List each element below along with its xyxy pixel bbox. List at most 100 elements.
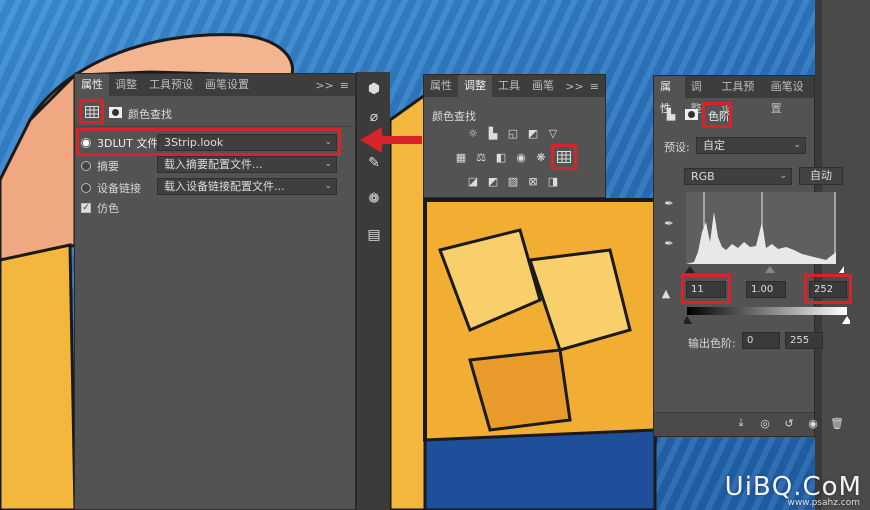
properties-panel-levels: 属性 调整 工具预设 画笔设置 ▙ 色阶 预设: 自定 ⌄ RGB ⌄ 自动 ✒… (653, 75, 852, 437)
tab-brush-settings[interactable]: 画笔设置 (199, 74, 255, 96)
preset-dropdown[interactable]: 自定 ⌄ (696, 137, 806, 154)
black-point-handle (685, 266, 695, 273)
mask-icon[interactable] (108, 105, 122, 119)
highlight-color-lookup-icon (551, 144, 577, 170)
output-white-handle (842, 316, 850, 324)
radio-abstract[interactable] (81, 161, 91, 171)
tab-properties[interactable]: 属性 (654, 76, 685, 115)
chevron-down-icon: ⌄ (324, 181, 332, 191)
tab-adjustments[interactable]: 调整 (685, 76, 716, 115)
label-device-link: 设备链接 (97, 182, 141, 195)
dropdown-device-link-value: 载入设备链接配置文件... (164, 180, 285, 193)
gray-eyedropper-icon[interactable]: ✒ (662, 216, 676, 230)
histogram-icon[interactable]: ▙ (664, 107, 678, 121)
curves-icon[interactable]: ◱ (506, 126, 520, 140)
dropdown-abstract[interactable]: 载入摘要配置文件... ⌄ (157, 156, 337, 173)
output-black-field[interactable]: 0 (742, 332, 780, 349)
brightness-icon[interactable]: ☼ (466, 126, 480, 140)
option-abstract: 摘要 (81, 158, 119, 174)
levels-icon[interactable]: ▙ (486, 126, 500, 140)
input-gamma-field[interactable]: 1.00 (746, 281, 786, 298)
label-abstract: 摘要 (97, 160, 119, 173)
swatch-icon[interactable]: ▤ (363, 224, 385, 246)
output-label: 输出色阶: (688, 337, 736, 350)
panel-tabbar: 属性 调整 工具 画笔 >> ≡ (424, 75, 605, 97)
watermark: UiBQ.CoM www.psahz.com (725, 472, 862, 508)
panel-menu-icon[interactable]: ≡ (590, 80, 599, 93)
threshold-icon[interactable]: ▨ (506, 174, 520, 188)
output-white-field[interactable]: 255 (785, 332, 823, 349)
channel-value: RGB (691, 170, 715, 183)
mask-icon[interactable] (684, 107, 698, 121)
highlight-input-white (804, 274, 852, 304)
clip-to-layer-icon[interactable]: ⤓ (734, 416, 748, 430)
black-eyedropper-icon[interactable]: ✒ (662, 196, 676, 210)
channel-dropdown[interactable]: RGB ⌄ (684, 168, 792, 185)
red-arrow-icon (360, 127, 422, 153)
highlight-levels-label (702, 102, 732, 128)
reset-icon[interactable]: ↺ (782, 416, 796, 430)
tab-brush-settings[interactable]: 画笔设置 (765, 76, 814, 115)
selective-color-icon[interactable]: ⊠ (526, 174, 540, 188)
tab-properties[interactable]: 属性 (75, 74, 109, 96)
option-device-link: 设备链接 (81, 180, 141, 196)
panel-title: 颜色查找 (128, 108, 172, 121)
collapse-icon[interactable]: >> (565, 80, 583, 93)
chevron-down-icon: ⌄ (779, 171, 787, 181)
tab-adjustments[interactable]: 调整 (458, 75, 492, 97)
gradient-map-icon[interactable]: ◨ (546, 174, 560, 188)
panel-tabbar: 属性 调整 工具预设 画笔设置 (654, 76, 814, 115)
watermark-sub: www.psahz.com (787, 498, 860, 508)
tab-tool-presets[interactable]: 工具预设 (143, 74, 199, 96)
channel-mixer-icon[interactable]: ❋ (534, 150, 548, 164)
highlight-input-black (681, 274, 731, 304)
invert-icon[interactable]: ◪ (466, 174, 480, 188)
white-point-handle (839, 266, 844, 273)
trash-icon[interactable]: 🗑 (830, 416, 844, 430)
dropdown-device-link[interactable]: 载入设备链接配置文件... ⌄ (157, 178, 337, 195)
label-dither: 仿色 (97, 202, 119, 215)
preset-value: 自定 (703, 139, 725, 152)
histogram-chart (686, 192, 836, 264)
cube-3d-icon[interactable]: ⬢ (363, 78, 385, 100)
preset-label: 预设: (664, 141, 690, 154)
adjustments-title: 颜色查找 (432, 110, 476, 123)
hue-saturation-icon[interactable]: ▦ (454, 150, 468, 164)
tab-tools[interactable]: 工具 (492, 75, 526, 97)
visibility-eye-icon[interactable]: ◉ (806, 416, 820, 430)
input-slider-track[interactable] (684, 264, 844, 274)
white-eyedropper-icon[interactable]: ✒ (662, 236, 676, 250)
black-white-icon[interactable]: ◧ (494, 150, 508, 164)
auto-button[interactable]: 自动 (799, 167, 843, 185)
panel-menu-icon[interactable]: ≡ (340, 79, 349, 92)
dropdown-abstract-value: 载入摘要配置文件... (164, 158, 263, 171)
gamma-handle (765, 266, 775, 273)
tab-adjustments[interactable]: 调整 (109, 74, 143, 96)
collapse-icon[interactable]: >> (315, 79, 333, 92)
output-black-handle (684, 316, 692, 324)
tab-tool-presets[interactable]: 工具预设 (715, 76, 764, 115)
clip-warning-icon: ▲ (661, 286, 671, 300)
chevron-down-icon: ⌄ (324, 159, 332, 169)
view-previous-icon[interactable]: ◎ (758, 416, 772, 430)
output-slider-track[interactable] (684, 315, 850, 325)
chevron-down-icon: ⌄ (793, 140, 801, 150)
adjustments-panel: 属性 调整 工具 画笔 >> ≡ 颜色查找 ☼ ▙ ◱ ◩ ▽ ▦ ⚖ ◧ ◉ … (423, 74, 606, 198)
dither-checkbox[interactable]: ✓ (81, 203, 91, 213)
exposure-icon[interactable]: ◩ (526, 126, 540, 140)
tab-properties[interactable]: 属性 (424, 75, 458, 97)
highlight-grid-icon (79, 99, 104, 124)
highlight-3dlut-row (76, 128, 341, 156)
tab-brush[interactable]: 画笔 (526, 75, 560, 97)
photo-filter-icon[interactable]: ◉ (514, 150, 528, 164)
option-dither: ✓ 仿色 (81, 200, 119, 216)
color-balance-icon[interactable]: ⚖ (474, 150, 488, 164)
vibrance-icon[interactable]: ▽ (546, 126, 560, 140)
radio-device-link[interactable] (81, 183, 91, 193)
paint-brush-icon[interactable]: ✎ (363, 152, 385, 174)
posterize-icon[interactable]: ◩ (486, 174, 500, 188)
panel-tabbar: 属性 调整 工具预设 画笔设置 >> ≡ (75, 74, 355, 96)
properties-panel-color-lookup: 属性 调整 工具预设 画笔设置 >> ≡ 颜色查找 3DLUT 文件 3Stri… (74, 73, 356, 510)
output-gradient-bar (687, 307, 847, 315)
palette-icon[interactable]: ❁ (363, 188, 385, 210)
